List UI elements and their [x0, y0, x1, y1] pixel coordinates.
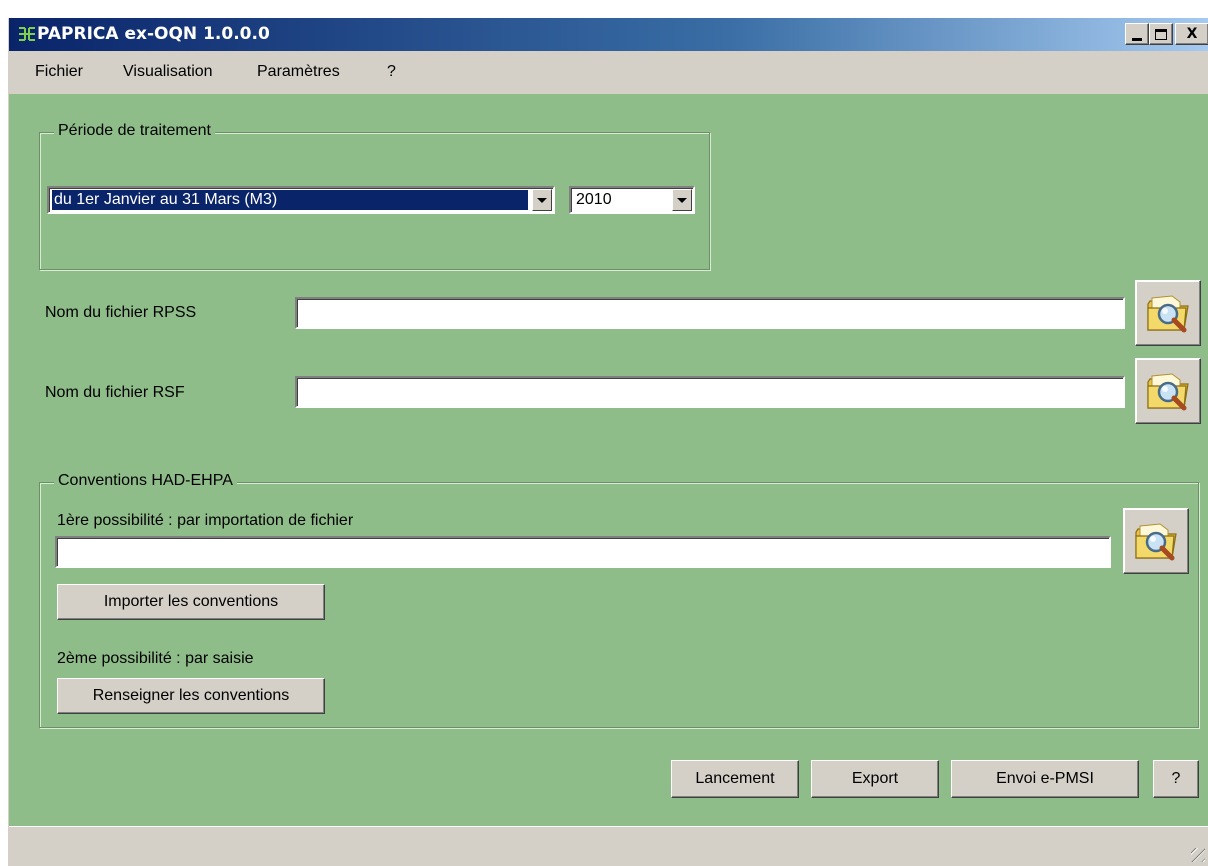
rsf-label: Nom du fichier RSF [45, 384, 185, 401]
window-title: PAPRICA ex-OQN 1.0.0.0 [37, 24, 270, 44]
maximize-button[interactable] [1149, 23, 1173, 45]
close-button[interactable]: X [1175, 23, 1208, 45]
year-select-value: 2010 [576, 191, 612, 208]
import-conventions-button[interactable]: Importer les conventions [57, 584, 325, 620]
rsf-file-input[interactable] [295, 376, 1125, 408]
status-bar [9, 826, 1208, 866]
conventions-file-input[interactable] [55, 536, 1111, 568]
menu-visualisation[interactable]: Visualisation [123, 63, 213, 81]
minimize-icon [1132, 37, 1142, 41]
resize-grip-icon[interactable] [1191, 848, 1205, 862]
period-select[interactable]: du 1er Janvier au 31 Mars (M3) [47, 186, 555, 214]
period-dropdown-button[interactable] [532, 189, 552, 211]
launch-button[interactable]: Lancement [671, 760, 799, 798]
menu-help[interactable]: ? [387, 63, 396, 81]
rpss-file-input[interactable] [295, 297, 1125, 329]
help-button[interactable]: ? [1153, 760, 1199, 798]
folder-search-icon [1135, 523, 1177, 561]
period-select-value: du 1er Janvier au 31 Mars (M3) [52, 190, 528, 210]
rpss-browse-button[interactable] [1135, 280, 1201, 346]
conventions-legend: Conventions HAD-EHPA [54, 472, 237, 490]
folder-search-icon [1147, 373, 1189, 411]
minimize-button[interactable] [1125, 23, 1149, 45]
year-dropdown-button[interactable] [672, 189, 692, 211]
maximize-icon [1155, 28, 1167, 40]
main-window: PAPRICA ex-OQN 1.0.0.0 X Fichier Visuali… [8, 18, 1208, 866]
dropdown-arrow-icon [677, 197, 687, 203]
periode-legend: Période de traitement [54, 122, 215, 140]
folder-search-icon [1147, 295, 1189, 333]
option1-label: 1ère possibilité : par importation de fi… [57, 512, 354, 529]
menu-bar: Fichier Visualisation Paramètres ? [9, 51, 1208, 94]
menu-fichier[interactable]: Fichier [35, 63, 83, 81]
menu-parametres[interactable]: Paramètres [257, 63, 340, 81]
close-icon: X [1186, 26, 1198, 42]
app-icon [19, 27, 35, 41]
send-epmsi-button[interactable]: Envoi e-PMSI [951, 760, 1139, 798]
option2-label: 2ème possibilité : par saisie [57, 650, 254, 667]
dropdown-arrow-icon [537, 197, 547, 203]
export-button[interactable]: Export [811, 760, 939, 798]
fill-conventions-button[interactable]: Renseigner les conventions [57, 678, 325, 714]
rsf-browse-button[interactable] [1135, 358, 1201, 424]
rpss-label: Nom du fichier RPSS [45, 304, 197, 321]
conventions-browse-button[interactable] [1123, 508, 1189, 574]
year-select[interactable]: 2010 [569, 186, 695, 214]
title-bar[interactable]: PAPRICA ex-OQN 1.0.0.0 X [9, 18, 1208, 51]
